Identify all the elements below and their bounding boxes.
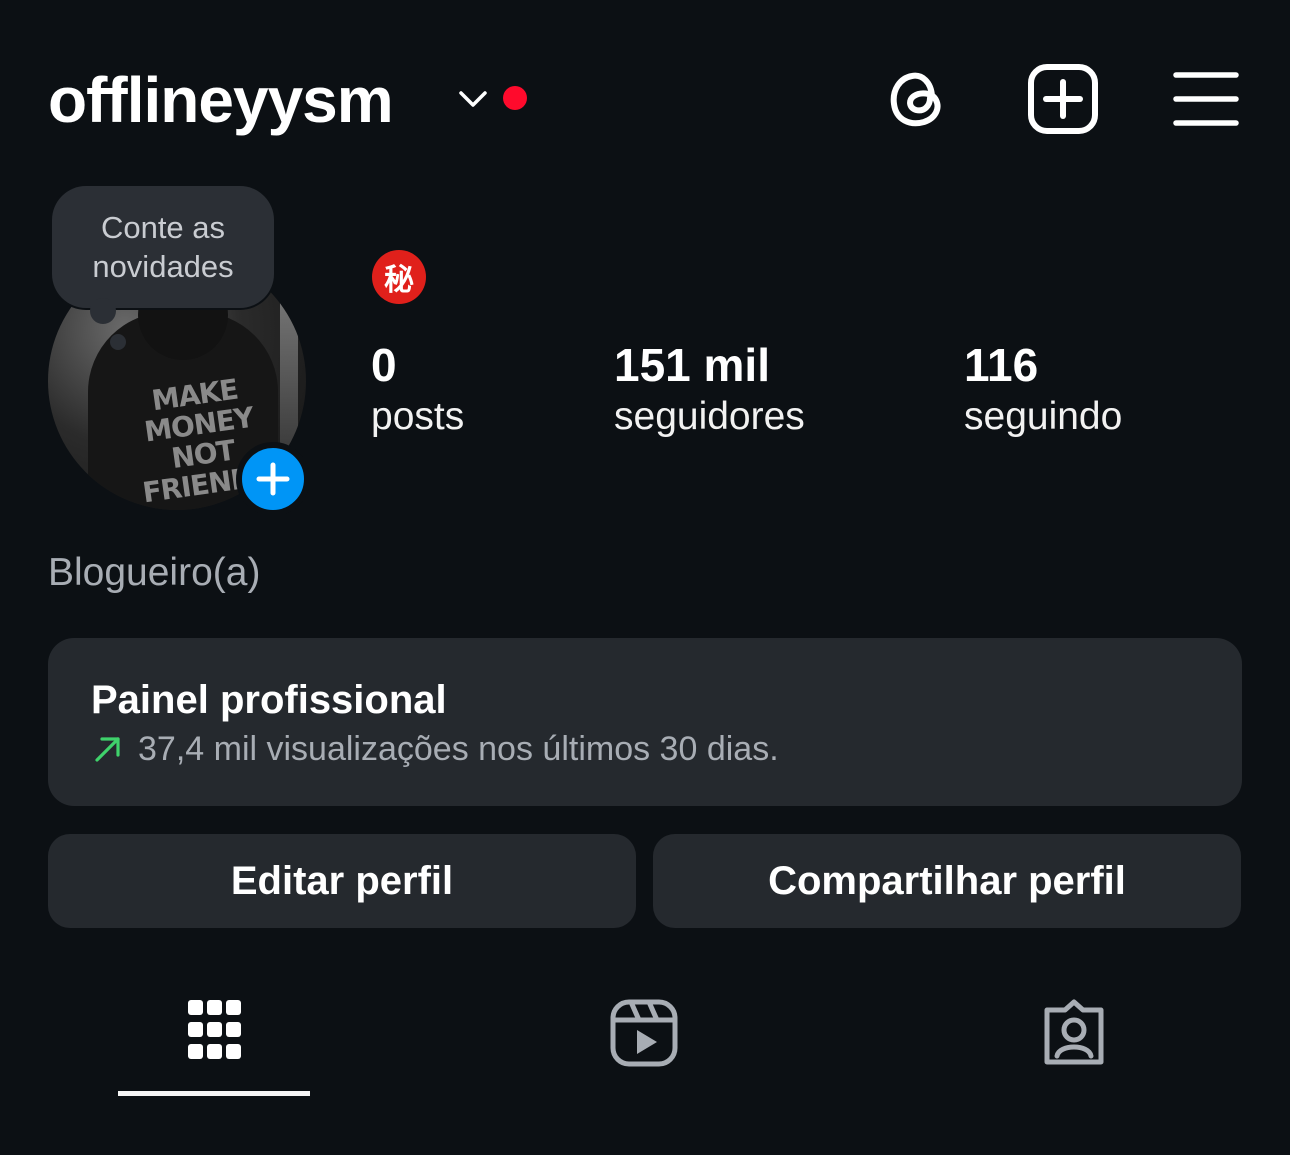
- stat-followers[interactable]: 151 mil seguidores: [614, 338, 805, 442]
- add-story-button[interactable]: [236, 442, 310, 516]
- reels-icon[interactable]: [609, 998, 679, 1068]
- stat-following[interactable]: 116 seguindo: [964, 338, 1122, 442]
- secret-badge-icon: 秘: [372, 250, 426, 304]
- followers-count: 151 mil: [614, 339, 770, 391]
- menu-icon[interactable]: [1170, 62, 1242, 136]
- following-count: 116: [964, 339, 1039, 391]
- grid-icon[interactable]: [180, 998, 250, 1068]
- posts-count: 0: [371, 339, 397, 391]
- panel-subtitle-row: 37,4 mil visualizações nos últimos 30 di…: [92, 726, 779, 772]
- tagged-icon[interactable]: [1039, 998, 1109, 1068]
- edit-profile-button[interactable]: Editar perfil: [48, 834, 636, 928]
- following-label: seguindo: [964, 395, 1123, 438]
- threads-icon[interactable]: [882, 62, 956, 136]
- posts-label: posts: [371, 395, 465, 438]
- add-post-icon[interactable]: [1026, 62, 1100, 136]
- profile-page: offlineyysm MAKE MONEY NOT FRIENDS Conte…: [0, 0, 1290, 1155]
- notification-dot: [503, 86, 527, 110]
- professional-dashboard[interactable]: Painel profissional 37,4 mil visualizaçõ…: [48, 638, 1242, 806]
- chevron-down-icon[interactable]: [455, 84, 491, 114]
- trend-up-icon: [95, 737, 120, 762]
- plus-icon: [256, 462, 290, 496]
- note-bubble-tail: [90, 298, 116, 324]
- followers-label: seguidores: [614, 395, 805, 438]
- note-bubble[interactable]: Conte as novidades: [52, 186, 274, 308]
- note-bubble-tail-small: [110, 334, 126, 350]
- panel-subtitle: 37,4 mil visualizações nos últimos 30 di…: [138, 729, 779, 768]
- panel-title: Painel profissional: [91, 678, 447, 722]
- profile-category: Blogueiro(a): [48, 551, 261, 594]
- share-profile-button[interactable]: Compartilhar perfil: [653, 834, 1241, 928]
- active-tab-indicator: [118, 1091, 310, 1096]
- stat-posts[interactable]: 0 posts: [371, 338, 464, 442]
- username[interactable]: offlineyysm: [48, 62, 394, 138]
